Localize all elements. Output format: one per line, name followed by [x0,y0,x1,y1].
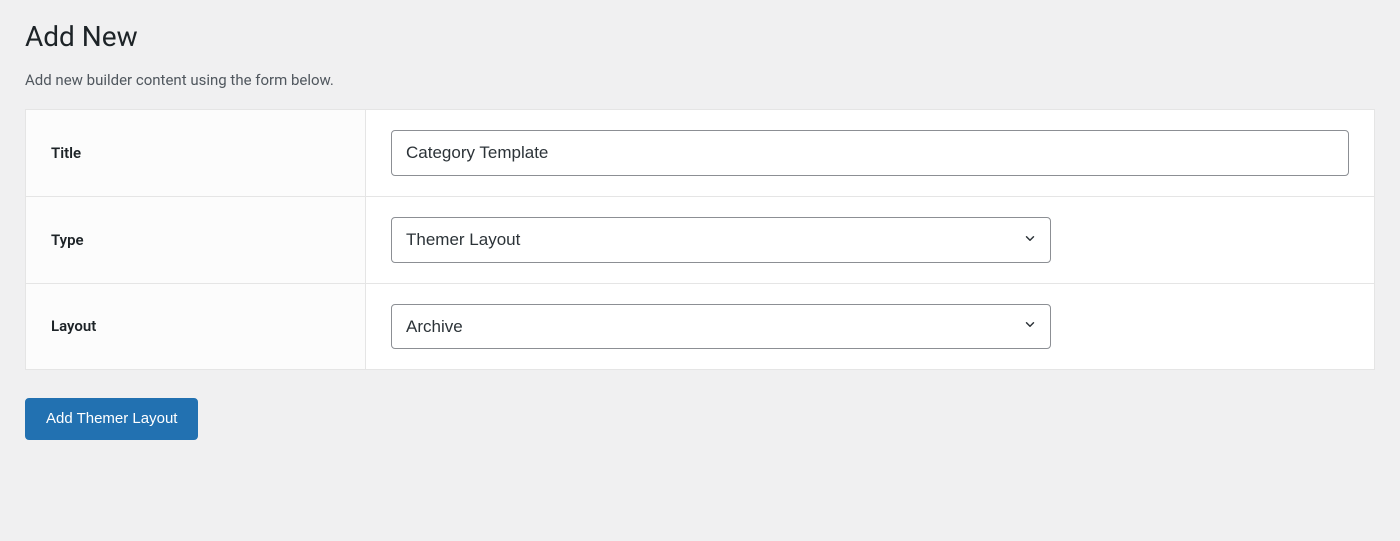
form-table: Title Type Themer Layout Layout [25,109,1375,370]
add-themer-layout-button[interactable]: Add Themer Layout [25,398,198,440]
type-label: Type [26,196,366,283]
layout-label: Layout [26,283,366,370]
form-row-type: Type Themer Layout [26,196,1375,283]
type-select[interactable]: Themer Layout [391,217,1051,263]
layout-select[interactable]: Archive [391,304,1051,350]
form-row-title: Title [26,110,1375,197]
form-row-layout: Layout Archive [26,283,1375,370]
title-input[interactable] [391,130,1349,176]
page-description: Add new builder content using the form b… [25,71,1375,89]
title-label: Title [26,110,366,197]
page-title: Add New [25,20,1375,53]
